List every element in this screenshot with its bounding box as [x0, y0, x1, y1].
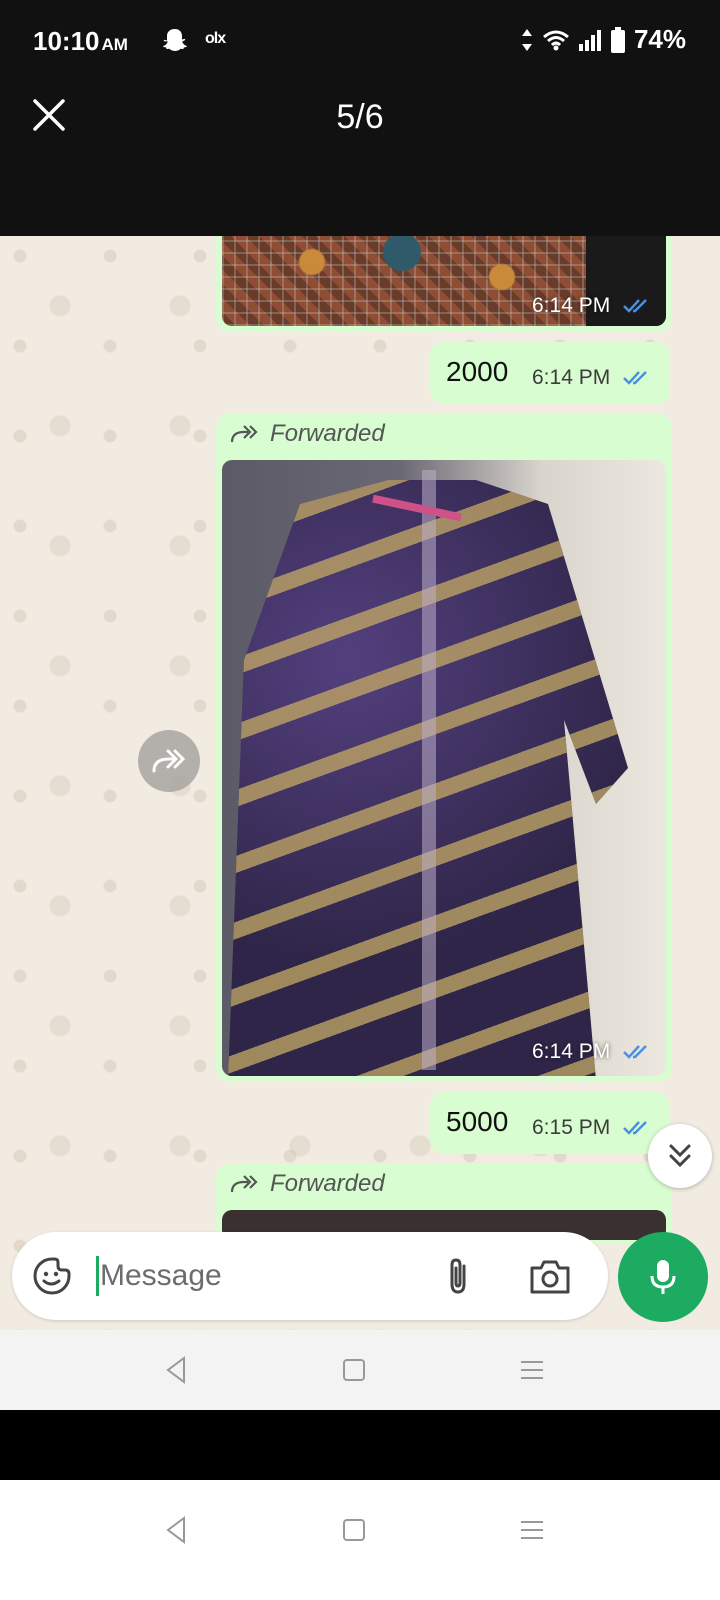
battery-icon [610, 26, 625, 53]
text-message-bubble[interactable]: 2000 6:14 PM [430, 342, 670, 404]
forwarded-label: Forwarded [230, 420, 385, 448]
forward-button[interactable] [138, 730, 200, 792]
home-icon[interactable] [334, 1510, 374, 1550]
forward-icon [152, 749, 186, 773]
microphone-icon [650, 1260, 676, 1294]
camera-icon[interactable] [528, 1256, 572, 1296]
back-icon[interactable] [156, 1510, 196, 1550]
status-indicators: 74% [520, 24, 686, 55]
voice-message-button[interactable] [618, 1232, 708, 1322]
signal-icon [578, 29, 601, 51]
message-composer [12, 1232, 608, 1320]
viewer-footer [0, 1410, 720, 1480]
message-time: 6:14 PM [532, 1040, 652, 1064]
screenshot-navigation-bar [0, 1330, 720, 1410]
forwarded-label: Forwarded [230, 1170, 385, 1198]
image-thumbnail[interactable] [222, 460, 666, 1076]
home-icon [343, 1359, 365, 1381]
wifi-icon [542, 30, 569, 50]
clock-time: 10:10 [33, 26, 100, 56]
read-ticks-icon [623, 1121, 647, 1136]
olx-icon: olx [205, 30, 226, 47]
chat-screenshot: 6:14 PM 2000 6:14 PM Forwarded 6:14 PM 5… [0, 236, 720, 1330]
menu-icon [521, 1361, 543, 1379]
message-text: 2000 [446, 356, 509, 387]
text-cursor [96, 1256, 99, 1296]
image-viewer-header: 10:10 AM olx 74% 5/6 [0, 0, 720, 236]
double-chevron-down-icon [669, 1144, 691, 1168]
read-ticks-icon [623, 299, 647, 314]
forwarded-icon [230, 1175, 258, 1193]
read-ticks-icon [623, 371, 647, 386]
image-counter: 5/6 [336, 98, 384, 136]
status-bar: 10:10 AM olx 74% [0, 0, 720, 80]
recents-icon[interactable] [512, 1510, 552, 1550]
snapchat-icon [163, 29, 187, 51]
data-transfer-icon [521, 28, 532, 51]
read-ticks-icon [623, 1045, 647, 1060]
paperclip-icon[interactable] [440, 1256, 476, 1296]
text-message-bubble[interactable]: 5000 6:15 PM [430, 1092, 670, 1154]
system-navigation-bar [0, 1480, 720, 1600]
status-time: 10:10 AM [33, 26, 128, 57]
image-message-bubble[interactable]: 6:14 PM [216, 236, 672, 332]
clock-ampm: AM [101, 35, 128, 54]
message-text: 5000 [446, 1106, 509, 1137]
sticker-icon[interactable] [32, 1256, 72, 1296]
forwarded-image-bubble[interactable]: Forwarded 6:14 PM [216, 414, 672, 1082]
scroll-to-bottom-button[interactable] [648, 1124, 712, 1188]
message-time: 6:14 PM [532, 366, 652, 390]
message-input[interactable] [100, 1252, 420, 1300]
forwarded-icon [230, 425, 258, 443]
message-time: 6:14 PM [532, 294, 652, 318]
battery-percentage: 74% [633, 24, 686, 54]
message-time: 6:15 PM [532, 1116, 652, 1140]
back-icon [166, 1356, 185, 1384]
